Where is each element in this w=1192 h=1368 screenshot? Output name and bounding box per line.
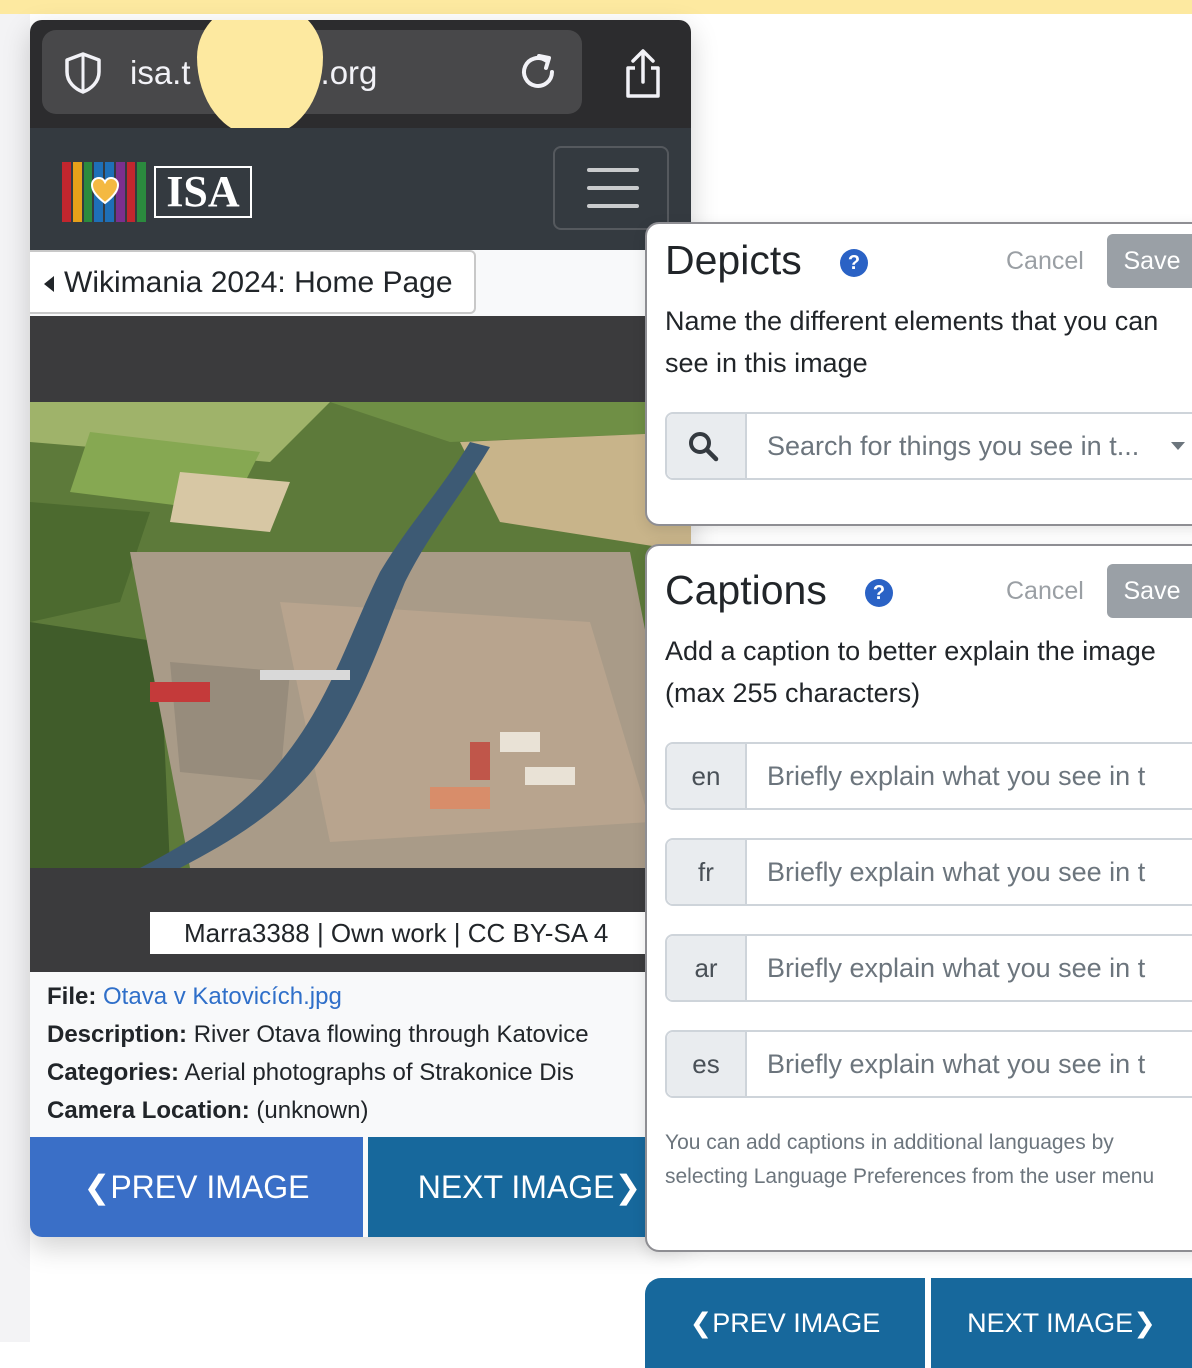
captions-panel: Captions ? Cancel Save Add a caption to …: [645, 544, 1192, 1252]
highlight-band: [0, 0, 1192, 14]
language-code: fr: [667, 840, 747, 904]
image-metadata: File: Otava v Katovicích.jpg Description…: [47, 978, 687, 1130]
site-navbar: ISA: [30, 128, 691, 250]
shield-icon: [65, 52, 101, 94]
camera-label: Camera Location:: [47, 1097, 250, 1124]
next-image-button[interactable]: NEXT IMAGE❯: [368, 1137, 691, 1237]
chevron-down-icon[interactable]: [1171, 442, 1185, 450]
caption-placeholder[interactable]: Briefly explain what you see in t: [767, 1032, 1187, 1096]
isa-logo[interactable]: ISA: [62, 162, 252, 222]
camera-value: (unknown): [256, 1097, 369, 1124]
caption-input-fr[interactable]: fr Briefly explain what you see in t: [665, 838, 1192, 906]
image-attribution: Marra3388 | Own work | CC BY-SA 4: [150, 912, 691, 954]
caption-input-ar[interactable]: ar Briefly explain what you see in t: [665, 934, 1192, 1002]
prev-image-button-panel[interactable]: ❮PREV IMAGE: [645, 1278, 925, 1368]
reload-icon[interactable]: [514, 48, 562, 96]
description-label: Description:: [47, 1021, 188, 1048]
captions-description: Add a caption to better explain the imag…: [665, 630, 1192, 714]
language-code: es: [667, 1032, 747, 1096]
prev-image-button[interactable]: ❮PREV IMAGE: [30, 1137, 363, 1237]
logo-text: ISA: [154, 166, 252, 218]
phone-screenshot: isa.t .org ISA Wikimania 2024: Home Page…: [30, 20, 691, 1237]
image-viewer: Marra3388 | Own work | CC BY-SA 4: [30, 316, 691, 972]
captions-language-note: You can add captions in additional langu…: [665, 1131, 1155, 1188]
breadcrumb-label: Wikimania 2024: Home Page: [64, 266, 453, 299]
aerial-photo[interactable]: [30, 402, 691, 868]
file-link[interactable]: Otava v Katovicích.jpg: [103, 983, 342, 1010]
caption-placeholder[interactable]: Briefly explain what you see in t: [767, 840, 1187, 904]
help-icon[interactable]: ?: [865, 579, 893, 607]
caption-input-es[interactable]: es Briefly explain what you see in t: [665, 1030, 1192, 1098]
file-label: File:: [47, 983, 97, 1010]
caption-placeholder[interactable]: Briefly explain what you see in t: [767, 936, 1187, 1000]
language-code: ar: [667, 936, 747, 1000]
next-image-button-panel[interactable]: NEXT IMAGE❯: [931, 1278, 1192, 1368]
file-row: File: Otava v Katovicích.jpg: [47, 978, 687, 1016]
captions-description-text: Add a caption to better explain the imag…: [665, 636, 1156, 708]
language-code: en: [667, 744, 747, 808]
captions-save-button[interactable]: Save: [1107, 564, 1192, 618]
caption-input-en[interactable]: en Briefly explain what you see in t: [665, 742, 1192, 810]
help-icon[interactable]: ?: [840, 249, 868, 277]
breadcrumb-back-link[interactable]: Wikimania 2024: Home Page: [30, 250, 476, 314]
depicts-cancel-button[interactable]: Cancel: [1006, 246, 1084, 276]
description-value: River Otava flowing through Katovice: [193, 1021, 589, 1048]
depicts-description: Name the different elements that you can…: [665, 306, 1159, 378]
depicts-title: Depicts: [665, 237, 802, 283]
categories-label: Categories:: [47, 1059, 180, 1086]
browser-toolbar: isa.t .org: [30, 20, 691, 136]
search-placeholder[interactable]: Search for things you see in t...: [767, 414, 1187, 478]
background-strip: [0, 14, 30, 1342]
share-icon[interactable]: [618, 48, 668, 100]
depicts-search-input[interactable]: Search for things you see in t...: [665, 412, 1192, 480]
captions-cancel-button[interactable]: Cancel: [1006, 576, 1084, 606]
captions-title: Captions: [665, 567, 827, 613]
description-row: Description: River Otava flowing through…: [47, 1016, 687, 1054]
heart-icon: [90, 176, 120, 205]
hamburger-menu-button[interactable]: [553, 146, 669, 230]
categories-value: Aerial photographs of Strakonice Dis: [184, 1059, 574, 1086]
depicts-save-button[interactable]: Save: [1107, 234, 1192, 288]
caption-placeholder[interactable]: Briefly explain what you see in t: [767, 744, 1187, 808]
menu-line: [587, 186, 639, 190]
menu-line: [587, 204, 639, 208]
caret-left-icon: [44, 276, 54, 292]
menu-line: [587, 168, 639, 172]
depicts-panel: Depicts ? Cancel Save Name the different…: [645, 222, 1192, 526]
camera-row: Camera Location: (unknown): [47, 1092, 687, 1130]
search-addon: [667, 414, 747, 478]
search-icon: [689, 432, 719, 462]
categories-row: Categories: Aerial photographs of Strako…: [47, 1054, 687, 1092]
redaction-blob: [197, 20, 323, 136]
